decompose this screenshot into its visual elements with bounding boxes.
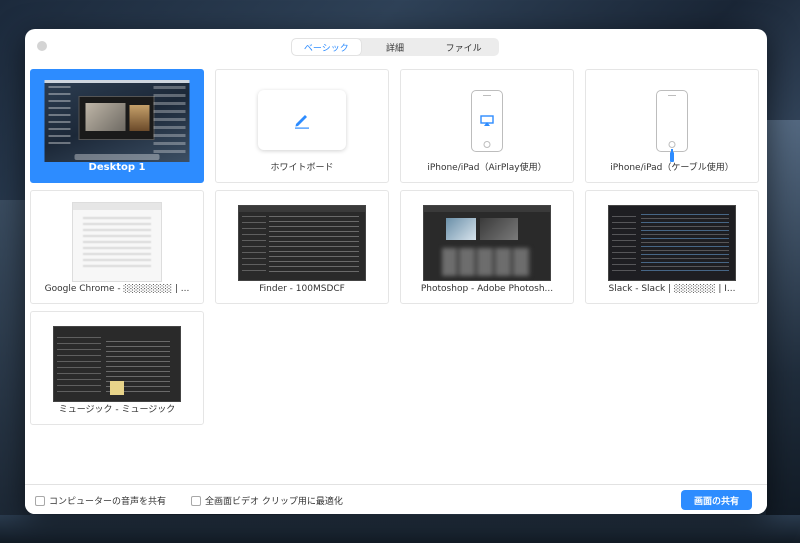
source-label: ホワイトボード bbox=[270, 163, 334, 173]
photoshop-window-thumbnail bbox=[423, 205, 551, 281]
tab-advanced[interactable]: 詳細 bbox=[361, 39, 430, 55]
share-screen-dialog: ベーシック 詳細 ファイル Desktop 1 ホワイトボード iPhone/i… bbox=[25, 29, 767, 514]
optimize-video-label: 全画面ビデオ クリップ用に最適化 bbox=[205, 497, 343, 507]
checkbox-box[interactable] bbox=[191, 495, 201, 506]
share-audio-label: コンピューターの音声を共有 bbox=[49, 497, 167, 507]
background-rock-right bbox=[766, 120, 800, 543]
phone-outline bbox=[656, 90, 688, 152]
source-finder[interactable]: Finder - 100MSDCF bbox=[215, 190, 389, 304]
source-label: Slack - Slack | ░░░░░░ | I... bbox=[608, 284, 736, 294]
source-label: Photoshop - Adobe Photosh... bbox=[420, 284, 554, 294]
pencil-icon bbox=[295, 115, 309, 129]
source-iphone-airplay[interactable]: iPhone/iPad（AirPlay使用） bbox=[400, 69, 574, 183]
airplay-icon bbox=[480, 115, 494, 126]
source-iphone-cable[interactable]: iPhone/iPad（ケーブル使用） bbox=[585, 69, 759, 183]
whiteboard-card bbox=[258, 90, 346, 150]
tab-basic[interactable]: ベーシック bbox=[292, 39, 361, 55]
slack-window-thumbnail bbox=[608, 205, 736, 281]
source-music[interactable]: ミュージック - ミュージック bbox=[30, 311, 204, 425]
source-photoshop[interactable]: Photoshop - Adobe Photosh... bbox=[400, 190, 574, 304]
checkbox-box[interactable] bbox=[35, 495, 45, 506]
source-label: Desktop 1 bbox=[88, 162, 146, 173]
dialog-footer: コンピューターの音声を共有 全画面ビデオ クリップ用に最適化 画面の共有 bbox=[25, 484, 767, 514]
source-label: iPhone/iPad（ケーブル使用） bbox=[610, 163, 734, 173]
tab-bar: ベーシック 詳細 ファイル bbox=[291, 38, 499, 56]
source-whiteboard[interactable]: ホワイトボード bbox=[215, 69, 389, 183]
background-shore bbox=[0, 515, 800, 543]
music-window-thumbnail bbox=[53, 326, 181, 402]
share-audio-checkbox[interactable]: コンピューターの音声を共有 bbox=[35, 494, 166, 507]
finder-window-thumbnail bbox=[238, 205, 366, 281]
source-chrome[interactable]: Google Chrome - ░░░░░░░ | ... bbox=[30, 190, 204, 304]
window-close-dot[interactable] bbox=[37, 41, 47, 51]
source-slack[interactable]: Slack - Slack | ░░░░░░ | I... bbox=[585, 190, 759, 304]
phone-outline bbox=[471, 90, 503, 152]
source-desktop[interactable]: Desktop 1 bbox=[30, 69, 204, 183]
source-label: ミュージック - ミュージック bbox=[58, 405, 176, 415]
tab-files[interactable]: ファイル bbox=[429, 39, 498, 55]
source-label: iPhone/iPad（AirPlay使用） bbox=[427, 163, 547, 173]
chrome-window-thumbnail bbox=[72, 202, 162, 282]
source-label: Finder - 100MSDCF bbox=[259, 284, 345, 294]
share-screen-button[interactable]: 画面の共有 bbox=[681, 490, 752, 510]
source-label: Google Chrome - ░░░░░░░ | ... bbox=[44, 284, 190, 294]
optimize-video-checkbox[interactable]: 全画面ビデオ クリップ用に最適化 bbox=[191, 494, 343, 507]
desktop-thumbnail bbox=[44, 80, 190, 162]
